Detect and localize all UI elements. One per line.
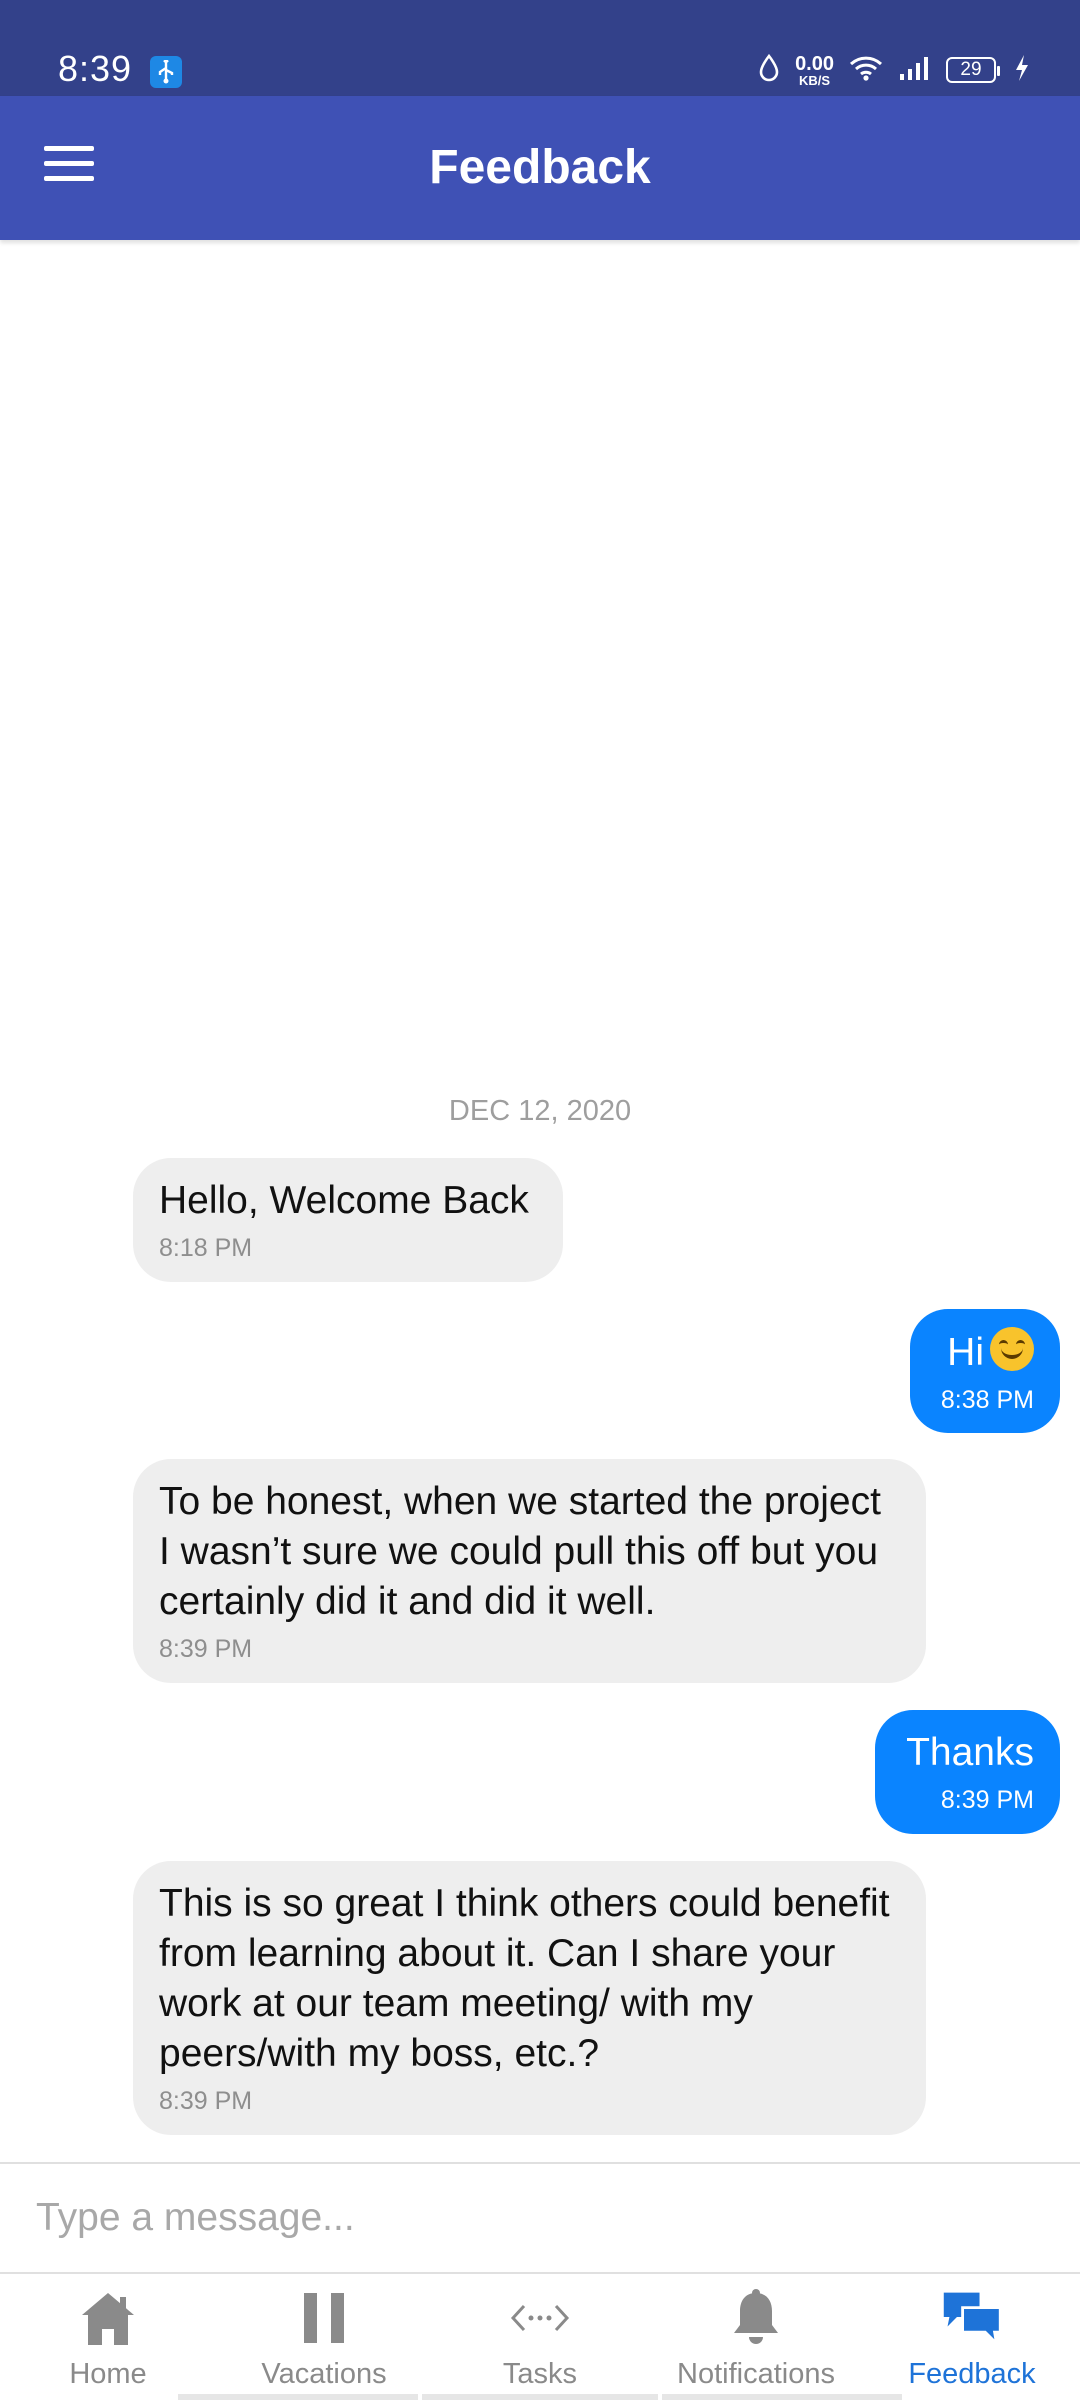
gesture-bar-divider	[178, 2394, 418, 2400]
nav-item-tasks[interactable]: Tasks	[432, 2274, 648, 2400]
nav-item-notifications[interactable]: Notifications	[648, 2274, 864, 2400]
app-bar: Feedback	[0, 96, 1080, 240]
nav-label: Home	[69, 2358, 147, 2390]
bell-icon	[724, 2288, 788, 2348]
status-time: 8:39	[58, 48, 133, 89]
message-bubble-outgoing[interactable]: Thanks 8:39 PM	[875, 1710, 1060, 1834]
page-title: Feedback	[429, 141, 651, 194]
usb-icon	[150, 56, 182, 88]
message-text: To be honest, when we started the projec…	[159, 1480, 881, 1623]
bottom-navigation: Home Vacations Tasks Notifications Feedb…	[0, 2274, 1080, 2400]
date-separator: DEC 12, 2020	[448, 1095, 632, 1127]
nav-label: Tasks	[502, 2358, 578, 2390]
smiling-face-emoji-icon	[990, 1327, 1034, 1371]
message-bubble-incoming[interactable]: This is so great I think others could be…	[133, 1861, 926, 2135]
signal-icon	[898, 54, 932, 87]
nav-label: Vacations	[261, 2358, 387, 2390]
status-bar: 8:39 0.00 KB/S 29	[0, 0, 1080, 96]
message-input[interactable]	[36, 2186, 1036, 2250]
pause-icon	[292, 2288, 356, 2348]
nav-item-feedback[interactable]: Feedback	[864, 2274, 1080, 2400]
message-time: 8:38 PM	[940, 1386, 1034, 1414]
home-icon	[76, 2288, 140, 2348]
battery-icon: 29	[946, 57, 1000, 83]
message-text-row: Hi	[936, 1327, 1034, 1378]
network-speed-unit: KB/S	[799, 72, 831, 88]
nav-label: Feedback	[908, 2358, 1036, 2390]
nav-label: Notifications	[677, 2358, 835, 2390]
network-speed: 0.00 KB/S	[795, 54, 834, 87]
message-time: 8:39 PM	[940, 1786, 1034, 1814]
message-text: This is so great I think others could be…	[159, 1882, 890, 2075]
code-arrows-icon	[508, 2288, 572, 2348]
message-text: Hi	[947, 1331, 984, 1374]
battery-level: 29	[960, 59, 982, 80]
data-saver-icon	[757, 53, 781, 88]
message-bubble-incoming[interactable]: Hello, Welcome Back 8:18 PM	[133, 1158, 563, 1282]
charging-icon	[1014, 54, 1030, 87]
gesture-bar-divider	[422, 2394, 658, 2400]
message-bubble-outgoing[interactable]: Hi 8:38 PM	[910, 1309, 1060, 1433]
status-right-group: 0.00 KB/S 29	[757, 50, 1030, 90]
message-composer	[0, 2162, 1080, 2274]
message-time: 8:18 PM	[159, 1234, 253, 1262]
nav-item-home[interactable]: Home	[0, 2274, 216, 2400]
app-screen: 8:39 0.00 KB/S 29 Feedback DEC 12, 2020 …	[0, 0, 1080, 2400]
message-text: Thanks	[906, 1731, 1034, 1774]
chat-bubbles-icon	[940, 2288, 1004, 2348]
wifi-icon	[848, 54, 884, 87]
message-text: Hello, Welcome Back	[159, 1179, 529, 1222]
message-time: 8:39 PM	[159, 2087, 253, 2115]
nav-item-vacations[interactable]: Vacations	[216, 2274, 432, 2400]
message-time: 8:39 PM	[159, 1635, 253, 1663]
message-bubble-incoming[interactable]: To be honest, when we started the projec…	[133, 1459, 926, 1683]
gesture-bar-divider	[662, 2394, 902, 2400]
network-speed-value: 0.00	[795, 52, 834, 75]
